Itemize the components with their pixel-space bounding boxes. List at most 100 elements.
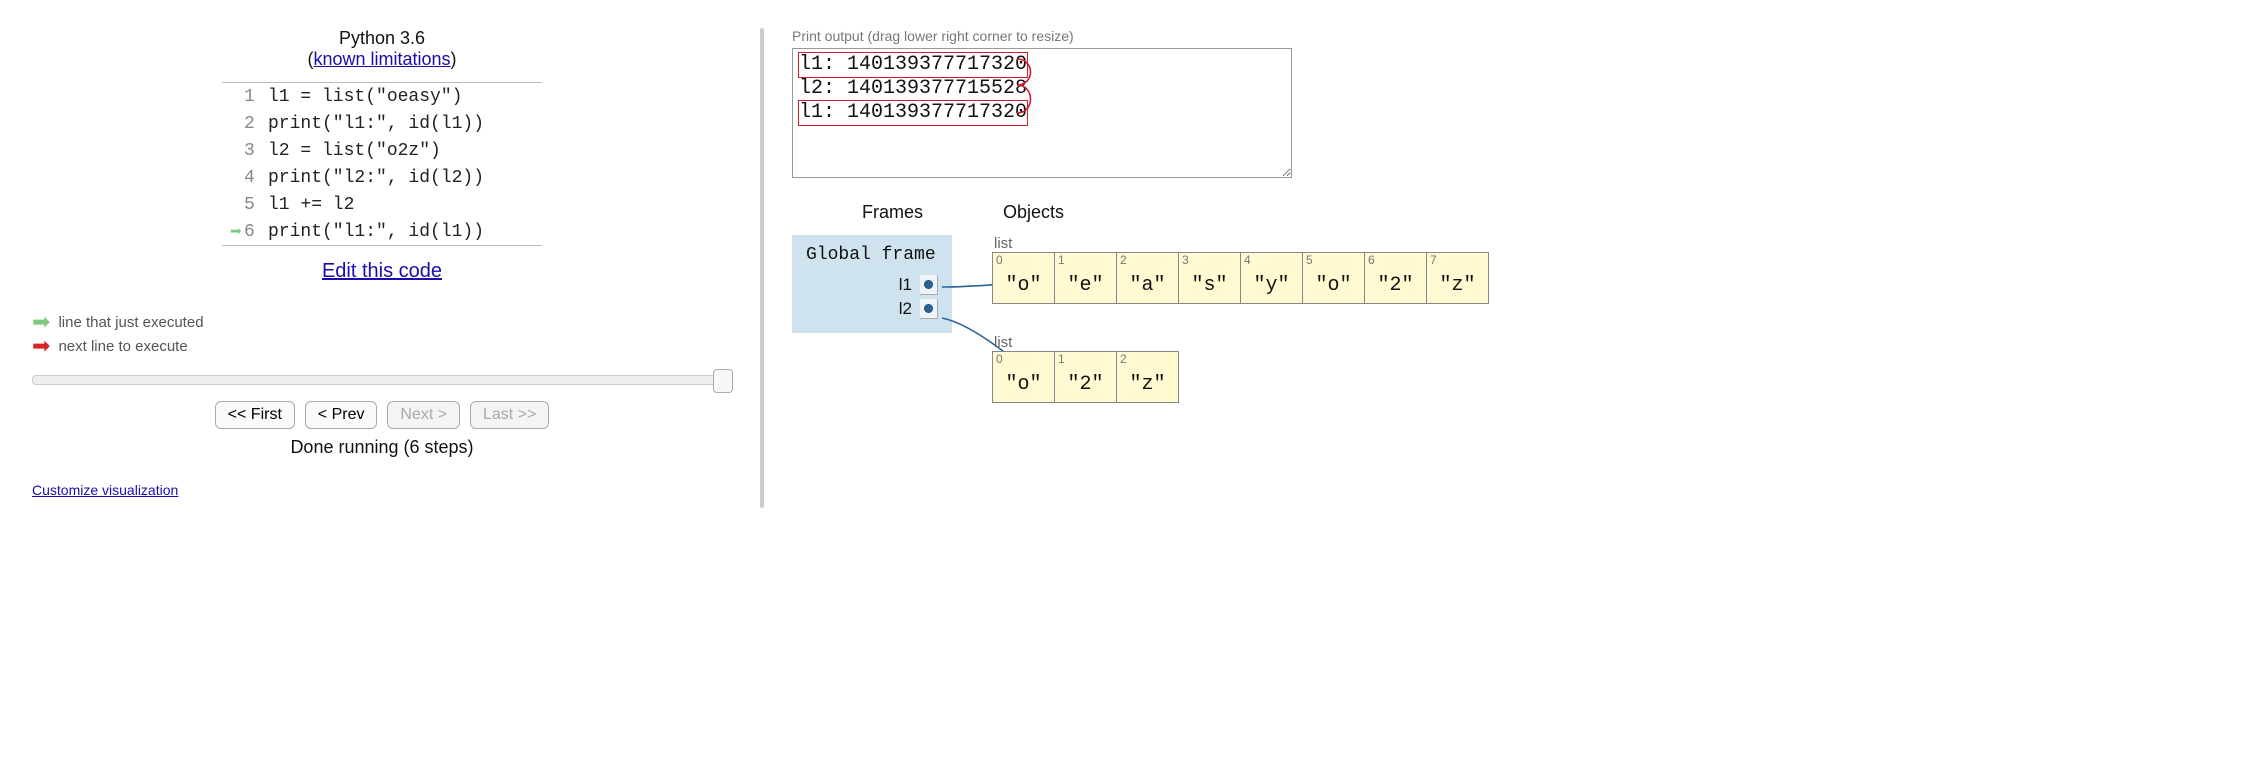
- object-list-2: list 0"o" 1"2" 2"z": [992, 334, 1489, 403]
- edit-code-link[interactable]: Edit this code: [32, 260, 732, 283]
- code-panel: Python 3.6 (known limitations) 1 l1 = li…: [32, 28, 752, 508]
- cell-value: "o": [1303, 268, 1364, 303]
- code-block: 1 l1 = list("oeasy") 2 print("l1:", id(l…: [222, 82, 542, 246]
- python-version: Python 3.6: [32, 28, 732, 49]
- cell-index: 6: [1365, 253, 1426, 268]
- code-line: 3 l2 = list("o2z"): [222, 137, 542, 164]
- list-cell: 1"2": [1054, 351, 1117, 403]
- objects-header: Objects: [1003, 202, 1064, 223]
- code-text: l1 = list("oeasy"): [268, 87, 462, 107]
- line-number: 6: [244, 222, 268, 242]
- cell-value: "e": [1055, 268, 1116, 303]
- object-type-label: list: [994, 235, 1489, 252]
- cell-value: "o": [993, 268, 1054, 303]
- object-type-label: list: [994, 334, 1489, 351]
- list-cell: 2"z": [1116, 351, 1179, 403]
- cell-index: 0: [993, 253, 1054, 268]
- legend-just-executed: ➡ line that just executed: [32, 311, 732, 333]
- frames-objects-header: Frames Objects: [862, 202, 2222, 223]
- code-line: 2 print("l1:", id(l1)): [222, 110, 542, 137]
- visualization-panel: Print output (drag lower right corner to…: [772, 28, 2222, 508]
- list-cell: 1"e": [1054, 252, 1117, 304]
- customize-link[interactable]: Customize visualization: [32, 482, 178, 498]
- list-cell: 5"o": [1302, 252, 1365, 304]
- known-limitations-link[interactable]: known limitations: [313, 49, 450, 69]
- var-name: l1: [899, 275, 912, 295]
- main-layout: Python 3.6 (known limitations) 1 l1 = li…: [32, 28, 2222, 508]
- list-cell: 7"z": [1426, 252, 1489, 304]
- print-output-box[interactable]: l1: 140139377717320 l2: 140139377715528 …: [792, 48, 1292, 178]
- green-arrow-icon: ➡: [32, 311, 50, 333]
- code-line: 1 l1 = list("oeasy"): [222, 83, 542, 110]
- code-text: l1 += l2: [268, 195, 354, 215]
- just-executed-arrow-icon: ➡: [222, 219, 244, 245]
- cell-value: "a": [1117, 268, 1178, 303]
- python-header: Python 3.6 (known limitations): [32, 28, 732, 70]
- next-button[interactable]: Next >: [387, 401, 460, 429]
- legend-text: line that just executed: [58, 314, 203, 331]
- line-number: 3: [244, 141, 268, 161]
- var-name: l2: [899, 299, 912, 319]
- code-text: print("l1:", id(l1)): [268, 114, 484, 134]
- output-line: l1: 140139377717320: [799, 101, 1027, 125]
- cell-value: "z": [1117, 367, 1178, 402]
- frames-header: Frames: [862, 202, 923, 223]
- cell-value: "2": [1365, 268, 1426, 303]
- list-row: 0"o" 1"e" 2"a" 3"s" 4"y" 5"o" 6"2" 7"z": [992, 252, 1489, 304]
- cell-index: 1: [1055, 253, 1116, 268]
- list-row: 0"o" 1"2" 2"z": [992, 351, 1489, 403]
- prev-button[interactable]: < Prev: [305, 401, 378, 429]
- pointer-dot-icon: [924, 304, 933, 313]
- list-cell: 2"a": [1116, 252, 1179, 304]
- frame-title: Global frame: [806, 245, 938, 265]
- frames-objects-area: Global frame l1 l2: [792, 235, 2222, 433]
- cell-index: 1: [1055, 352, 1116, 367]
- list-cell: 4"y": [1240, 252, 1303, 304]
- var-slot: [920, 275, 938, 295]
- output-line: l2: 140139377715528: [799, 77, 1027, 101]
- frame-var-l1: l1: [806, 275, 938, 295]
- cell-index: 0: [993, 352, 1054, 367]
- line-number: 4: [244, 168, 268, 188]
- list-cell: 6"2": [1364, 252, 1427, 304]
- object-list-1: list 0"o" 1"e" 2"a" 3"s" 4"y" 5"o" 6"2" …: [992, 235, 1489, 304]
- list-cell: 0"o": [992, 252, 1055, 304]
- cell-value: "z": [1427, 268, 1488, 303]
- line-number: 2: [244, 114, 268, 134]
- slider-thumb[interactable]: [713, 369, 733, 393]
- red-arrow-icon: ➡: [32, 335, 50, 357]
- list-cell: 3"s": [1178, 252, 1241, 304]
- first-button[interactable]: << First: [215, 401, 295, 429]
- list-cell: 0"o": [992, 351, 1055, 403]
- cell-index: 5: [1303, 253, 1364, 268]
- code-text: l2 = list("o2z"): [268, 141, 441, 161]
- cell-value: "o": [993, 367, 1054, 402]
- last-button[interactable]: Last >>: [470, 401, 549, 429]
- code-text: print("l1:", id(l1)): [268, 222, 484, 242]
- legend-next-line: ➡ next line to execute: [32, 335, 732, 357]
- legend-text: next line to execute: [58, 338, 187, 355]
- code-line: ➡ 6 print("l1:", id(l1)): [222, 218, 542, 245]
- frame-var-l2: l2: [806, 299, 938, 319]
- nav-buttons: << First < Prev Next > Last >>: [32, 401, 732, 429]
- status-text: Done running (6 steps): [32, 437, 732, 458]
- legend: ➡ line that just executed ➡ next line to…: [32, 311, 732, 357]
- global-frame: Global frame l1 l2: [792, 235, 952, 333]
- code-line: 4 print("l2:", id(l2)): [222, 164, 542, 191]
- code-text: print("l2:", id(l2)): [268, 168, 484, 188]
- objects-column: list 0"o" 1"e" 2"a" 3"s" 4"y" 5"o" 6"2" …: [992, 235, 1489, 433]
- code-line: 5 l1 += l2: [222, 191, 542, 218]
- output-line: l1: 140139377717320: [799, 53, 1027, 77]
- line-number: 1: [244, 87, 268, 107]
- cell-value: "y": [1241, 268, 1302, 303]
- panel-divider: [760, 28, 764, 508]
- pointer-dot-icon: [924, 280, 933, 289]
- var-slot: [920, 299, 938, 319]
- line-number: 5: [244, 195, 268, 215]
- cell-index: 7: [1427, 253, 1488, 268]
- cell-index: 2: [1117, 253, 1178, 268]
- cell-index: 3: [1179, 253, 1240, 268]
- cell-index: 4: [1241, 253, 1302, 268]
- step-slider[interactable]: [32, 375, 732, 385]
- cell-value: "s": [1179, 268, 1240, 303]
